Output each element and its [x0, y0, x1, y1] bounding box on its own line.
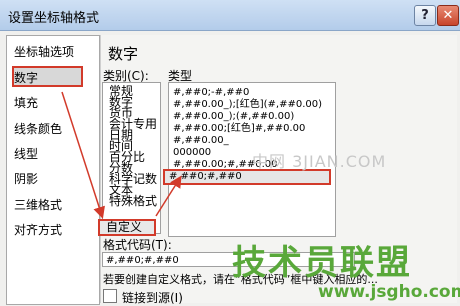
arrow-category-to-type — [155, 175, 182, 217]
watermark-logo: 技术员联盟 — [232, 243, 412, 283]
watermark-site: 中网 3JIAN.COM — [252, 152, 387, 171]
watermark-url: www.jsgho.com — [318, 282, 460, 302]
arrow-nav-to-category — [61, 91, 105, 219]
